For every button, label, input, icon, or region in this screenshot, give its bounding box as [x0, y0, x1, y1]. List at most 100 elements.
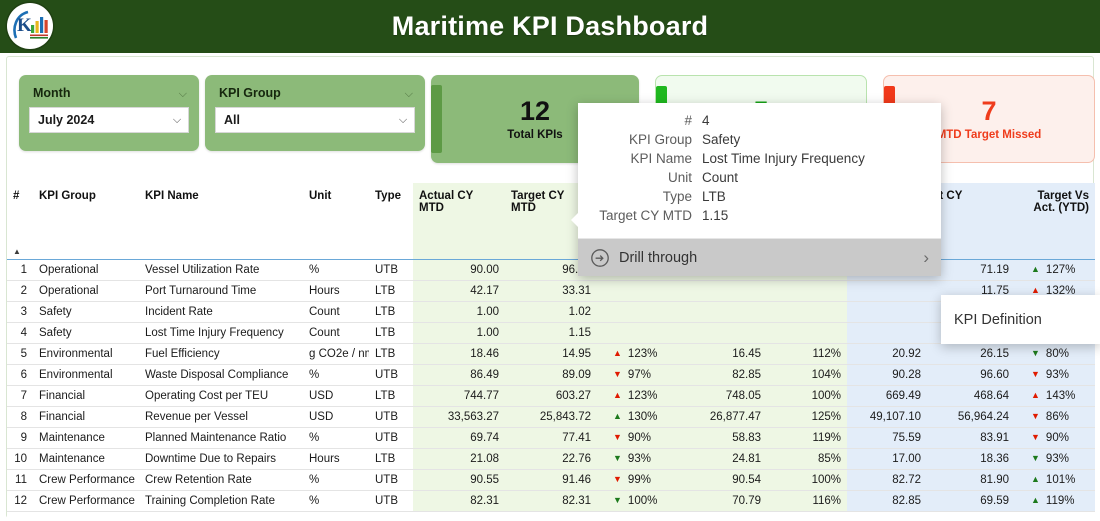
- cell-actual_ly_mtd: [681, 301, 767, 323]
- cell-type: LTB: [369, 448, 413, 470]
- cell-actual_cy_mtd: 90.00: [413, 259, 505, 281]
- cell-type: LTB: [369, 322, 413, 344]
- col-header-kpi-group[interactable]: KPI Group: [33, 183, 139, 245]
- cell-target_cy_mtd: 1.02: [505, 301, 597, 323]
- table-row[interactable]: 6 Environmental Waste Disposal Compliance%…: [7, 364, 1095, 386]
- chevron-down-icon[interactable]: ⌵: [166, 114, 188, 127]
- table-row[interactable]: 5 Environmental Fuel Efficiency g CO2e / nm…: [7, 343, 1095, 365]
- slicer-month[interactable]: Month ⌵ July 2024 ⌵: [19, 75, 199, 151]
- cell-target-vs-act-ytd: ▼ 86%: [1015, 406, 1095, 428]
- col-header-unit[interactable]: Unit: [303, 183, 369, 245]
- cell-group: Financial: [33, 385, 139, 407]
- cell-target_cy_ytd: 26.15: [927, 343, 1015, 365]
- cell-group: Crew Performance: [33, 490, 139, 512]
- cell-unit: USD: [303, 406, 369, 428]
- tooltip-field: Type LTB: [590, 189, 929, 204]
- col-header-target-vs-act-ytd[interactable]: Target Vs Act. (YTD): [1015, 183, 1095, 245]
- cell-target-vs-act-ytd: ▼ 93%: [1015, 448, 1095, 470]
- tooltip-field-value: Safety: [702, 132, 741, 147]
- table-row[interactable]: 10 Maintenance Downtime Due to Repairs Hour…: [7, 448, 1095, 470]
- table-row[interactable]: 2 Operational Port Turnaround Time Hours LTB…: [7, 280, 1095, 302]
- table-row[interactable]: 8 Financial Revenue per Vessel USD UTB 33,563…: [7, 406, 1095, 428]
- chevron-down-icon[interactable]: ⌵: [392, 114, 414, 127]
- cell-num: 4: [7, 322, 33, 344]
- chevron-down-icon[interactable]: ⌵: [179, 89, 187, 100]
- slicer-month-label: Month: [33, 86, 71, 100]
- cell-target_cy_mtd: 603.27: [505, 385, 597, 407]
- table-row[interactable]: 3 Safety Incident Rate Count LTB 1.00 1.02: [7, 301, 1095, 323]
- cell-kpi: Incident Rate: [139, 301, 303, 323]
- cell-kpi: Vessel Utilization Rate: [139, 259, 303, 281]
- table-row[interactable]: 4 Safety Lost Time Injury Frequency Count LT…: [7, 322, 1095, 344]
- cell-group: Environmental: [33, 364, 139, 386]
- cell-unit: %: [303, 427, 369, 449]
- cell-type: UTB: [369, 490, 413, 512]
- table-row[interactable]: 7 Financial Operating Cost per TEU USD LTB 74…: [7, 385, 1095, 407]
- cell-unit: Count: [303, 301, 369, 323]
- sort-ascending-icon[interactable]: ▲: [7, 245, 33, 260]
- delta-percent: 123%: [627, 347, 658, 360]
- cell-kpi: Operating Cost per TEU: [139, 385, 303, 407]
- triangle-down-icon: ▼: [613, 495, 622, 505]
- delta-percent: 93%: [1045, 368, 1069, 381]
- tooltip-fields: #4 KPI Group Safety KPI Name Lost Time Injur…: [578, 103, 941, 238]
- drill-through-menu-item[interactable]: Drill through ›: [578, 238, 941, 276]
- delta-percent: 99%: [627, 473, 651, 486]
- slicer-month-dropdown[interactable]: July 2024 ⌵: [29, 107, 189, 133]
- cell-num: 3: [7, 301, 33, 323]
- tooltip-field-value: 4: [702, 113, 710, 128]
- kpi-detail-tooltip: #4 KPI Group Safety KPI Name Lost Time Injur…: [571, 103, 941, 276]
- cell-target-vs-act-ytd: ▲ 101%: [1015, 469, 1095, 491]
- col-header-num[interactable]: #: [7, 183, 33, 245]
- cell-kpi: Lost Time Injury Frequency: [139, 322, 303, 344]
- cell-actual_cy_ytd: 49,107.10: [847, 406, 927, 428]
- cell-tvly_mtd_pct: [767, 301, 847, 323]
- cell-group: Crew Performance: [33, 469, 139, 491]
- cell-actual_cy_mtd: 69.74: [413, 427, 505, 449]
- cell-actual_cy_ytd: [847, 322, 927, 344]
- cell-actual_cy_mtd: 744.77: [413, 385, 505, 407]
- slicer-kpi-group-dropdown[interactable]: All ⌵: [215, 107, 415, 133]
- delta-percent: 97%: [627, 368, 651, 381]
- triangle-down-icon: ▼: [1031, 432, 1040, 442]
- cell-unit: USD: [303, 385, 369, 407]
- cell-actual_cy_mtd: 18.46: [413, 343, 505, 365]
- cell-actual_cy_mtd: 33,563.27: [413, 406, 505, 428]
- cell-target-vs-act-mtd: ▲ 130%: [597, 406, 681, 428]
- delta-percent: 90%: [1045, 431, 1069, 444]
- cell-target_cy_ytd: 18.36: [927, 448, 1015, 470]
- cell-target-vs-act-mtd: ▼ 100%: [597, 490, 681, 512]
- col-header-actual-cy-mtd[interactable]: Actual CY MTD: [413, 183, 505, 245]
- cell-target-vs-act-mtd: ▲ 123%: [597, 385, 681, 407]
- kpi-card-label: MTD Target Missed: [936, 128, 1042, 141]
- cell-actual_cy_ytd: 82.85: [847, 490, 927, 512]
- tooltip-field-key: Target CY MTD: [599, 208, 692, 223]
- drill-through-submenu[interactable]: KPI Definition: [941, 295, 1100, 344]
- col-header-type[interactable]: Type: [369, 183, 413, 245]
- table-row[interactable]: 11 Crew Performance Crew Retention Rate% UT…: [7, 469, 1095, 491]
- slicer-kpi-group[interactable]: KPI Group ⌵ All ⌵: [205, 75, 425, 151]
- kpi-logo-icon: K: [7, 3, 53, 49]
- cell-target_cy_mtd: 33.31: [505, 280, 597, 302]
- table-row[interactable]: 12 Crew Performance Training Completion Ra…: [7, 490, 1095, 512]
- delta-percent: 130%: [627, 410, 658, 423]
- cell-actual_ly_mtd: 748.05: [681, 385, 767, 407]
- chevron-right-icon[interactable]: ›: [923, 248, 929, 268]
- cell-group: Operational: [33, 259, 139, 281]
- table-row[interactable]: 9 Maintenance Planned Maintenance Ratio% UT…: [7, 427, 1095, 449]
- cell-tvly_mtd_pct: 119%: [767, 427, 847, 449]
- cell-target-vs-act-ytd: ▲ 127%: [1015, 259, 1095, 281]
- triangle-down-icon: ▼: [613, 369, 622, 379]
- tooltip-field-value: 1.15: [702, 208, 729, 223]
- cell-group: Maintenance: [33, 427, 139, 449]
- col-header-kpi-name[interactable]: KPI Name: [139, 183, 303, 245]
- chevron-down-icon[interactable]: ⌵: [405, 89, 413, 100]
- cell-target_cy_ytd: 96.60: [927, 364, 1015, 386]
- cell-target_cy_ytd: 468.64: [927, 385, 1015, 407]
- cell-actual_cy_ytd: [847, 301, 927, 323]
- cell-actual_cy_mtd: 82.31: [413, 490, 505, 512]
- cell-num: 8: [7, 406, 33, 428]
- kpi-table-body: 1 Operational Vessel Utilization Rate% UTB 9…: [7, 259, 1095, 512]
- cell-tvly_mtd_pct: 85%: [767, 448, 847, 470]
- submenu-item-kpi-definition[interactable]: KPI Definition: [954, 312, 1042, 328]
